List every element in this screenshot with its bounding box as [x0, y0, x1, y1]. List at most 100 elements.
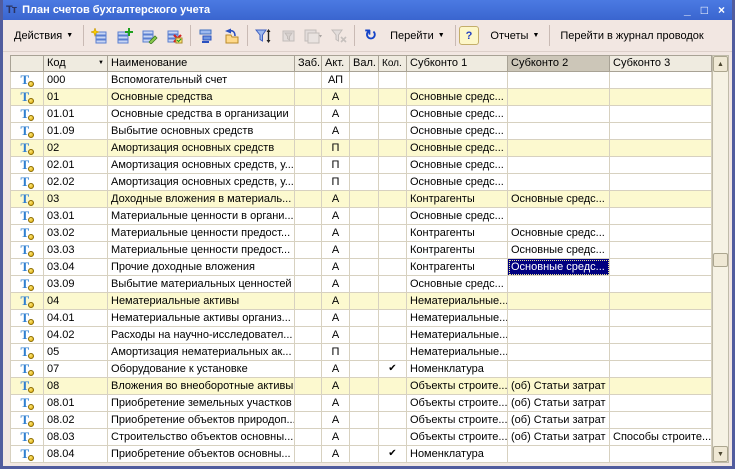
cell-val[interactable]	[350, 174, 379, 191]
cell-kol[interactable]	[379, 225, 407, 242]
cell-kol[interactable]	[379, 140, 407, 157]
cell-act[interactable]: А	[322, 378, 350, 395]
column-header-s2[interactable]: Субконто 2	[508, 55, 610, 72]
cell-act[interactable]: А	[322, 412, 350, 429]
cell-s3[interactable]	[610, 361, 712, 378]
cell-act[interactable]: П	[322, 157, 350, 174]
cell-icon[interactable]: Т	[10, 259, 44, 276]
cell-s3[interactable]	[610, 344, 712, 361]
cell-zab[interactable]	[295, 446, 322, 463]
cell-act[interactable]: П	[322, 344, 350, 361]
cell-act[interactable]: А	[322, 208, 350, 225]
cell-kol[interactable]: ✔	[379, 446, 407, 463]
cell-code[interactable]: 02.02	[44, 174, 108, 191]
cell-s1[interactable]: Основные средс...	[407, 157, 508, 174]
cell-act[interactable]: П	[322, 174, 350, 191]
cell-kol[interactable]	[379, 327, 407, 344]
cell-zab[interactable]	[295, 327, 322, 344]
cell-code[interactable]: 01.01	[44, 106, 108, 123]
cell-zab[interactable]	[295, 157, 322, 174]
cell-code[interactable]: 08.01	[44, 395, 108, 412]
cell-s3[interactable]	[610, 293, 712, 310]
cell-kol[interactable]	[379, 191, 407, 208]
cell-code[interactable]: 02	[44, 140, 108, 157]
parent-level-button[interactable]	[219, 24, 244, 47]
cell-s2[interactable]	[508, 72, 610, 89]
cell-act[interactable]: П	[322, 140, 350, 157]
cell-s3[interactable]	[610, 191, 712, 208]
cell-s2[interactable]: (об) Статьи затрат	[508, 378, 610, 395]
cell-act[interactable]: А	[322, 225, 350, 242]
cell-name[interactable]: Амортизация основных средств, у...	[108, 157, 295, 174]
cell-zab[interactable]	[295, 293, 322, 310]
cell-kol[interactable]	[379, 89, 407, 106]
cell-s2[interactable]	[508, 106, 610, 123]
cell-s1[interactable]: Нематериальные...	[407, 327, 508, 344]
maximize-button[interactable]: □	[701, 4, 708, 16]
goto-button[interactable]: Перейти ▼	[383, 24, 452, 47]
cell-zab[interactable]	[295, 259, 322, 276]
table-row[interactable]: Т03.04Прочие доходные вложенияАКонтраген…	[10, 259, 712, 276]
table-row[interactable]: Т07Оборудование к установкеА✔Номенклатур…	[10, 361, 712, 378]
cell-name[interactable]: Нематериальные активы организ...	[108, 310, 295, 327]
cell-name[interactable]: Расходы на научно-исследовател...	[108, 327, 295, 344]
reports-button[interactable]: Отчеты ▼	[483, 24, 546, 47]
cell-kol[interactable]	[379, 72, 407, 89]
journal-button[interactable]: Перейти в журнал проводок	[553, 24, 710, 47]
cell-s2[interactable]: Основные средс...	[508, 225, 610, 242]
cell-val[interactable]	[350, 276, 379, 293]
cell-kol[interactable]	[379, 429, 407, 446]
cell-s3[interactable]	[610, 310, 712, 327]
cell-act[interactable]: А	[322, 106, 350, 123]
cell-code[interactable]: 01.09	[44, 123, 108, 140]
cell-act[interactable]: А	[322, 395, 350, 412]
cell-icon[interactable]: Т	[10, 106, 44, 123]
cell-s1[interactable]	[407, 72, 508, 89]
cell-s1[interactable]: Основные средс...	[407, 140, 508, 157]
cell-s1[interactable]: Основные средс...	[407, 276, 508, 293]
cell-s2[interactable]	[508, 276, 610, 293]
cell-name[interactable]: Амортизация основных средств, у...	[108, 174, 295, 191]
cell-s2[interactable]	[508, 361, 610, 378]
cell-val[interactable]	[350, 446, 379, 463]
cell-icon[interactable]: Т	[10, 208, 44, 225]
cell-s1[interactable]: Нематериальные...	[407, 293, 508, 310]
cell-act[interactable]: А	[322, 259, 350, 276]
filter-history-button[interactable]	[301, 24, 326, 47]
cell-act[interactable]: А	[322, 191, 350, 208]
cell-s3[interactable]	[610, 395, 712, 412]
cell-s2[interactable]	[508, 208, 610, 225]
table-row[interactable]: Т03.03Материальные ценности предост...АК…	[10, 242, 712, 259]
table-row[interactable]: Т04.01Нематериальные активы организ...АН…	[10, 310, 712, 327]
cell-val[interactable]	[350, 378, 379, 395]
table-row[interactable]: Т04Нематериальные активыАНематериальные.…	[10, 293, 712, 310]
close-button[interactable]: ×	[718, 4, 725, 16]
cell-zab[interactable]	[295, 344, 322, 361]
cell-s3[interactable]	[610, 208, 712, 225]
cell-s3[interactable]	[610, 123, 712, 140]
cell-icon[interactable]: Т	[10, 361, 44, 378]
table-row[interactable]: Т08Вложения во внеоборотные активыАОбъек…	[10, 378, 712, 395]
column-header-code[interactable]: Код▼	[44, 55, 108, 72]
edit-button[interactable]	[137, 24, 162, 47]
cell-icon[interactable]: Т	[10, 225, 44, 242]
cell-s3[interactable]	[610, 106, 712, 123]
column-header-icon[interactable]	[10, 55, 44, 72]
cell-s1[interactable]: Объекты строите...	[407, 395, 508, 412]
cell-code[interactable]: 03.04	[44, 259, 108, 276]
table-row[interactable]: Т08.02Приобретение объектов природоп...А…	[10, 412, 712, 429]
cell-act[interactable]: А	[322, 123, 350, 140]
cell-val[interactable]	[350, 89, 379, 106]
cell-kol[interactable]	[379, 344, 407, 361]
table-row[interactable]: Т08.01Приобретение земельных участковАОб…	[10, 395, 712, 412]
cell-s2[interactable]: Основные средс...	[508, 191, 610, 208]
cell-name[interactable]: Оборудование к установке	[108, 361, 295, 378]
cell-s2[interactable]	[508, 140, 610, 157]
cell-val[interactable]	[350, 395, 379, 412]
cell-zab[interactable]	[295, 225, 322, 242]
cell-zab[interactable]	[295, 174, 322, 191]
cell-s1[interactable]: Контрагенты	[407, 242, 508, 259]
table-row[interactable]: Т01.01Основные средства в организацииАОс…	[10, 106, 712, 123]
cell-zab[interactable]	[295, 361, 322, 378]
cell-s2[interactable]	[508, 123, 610, 140]
